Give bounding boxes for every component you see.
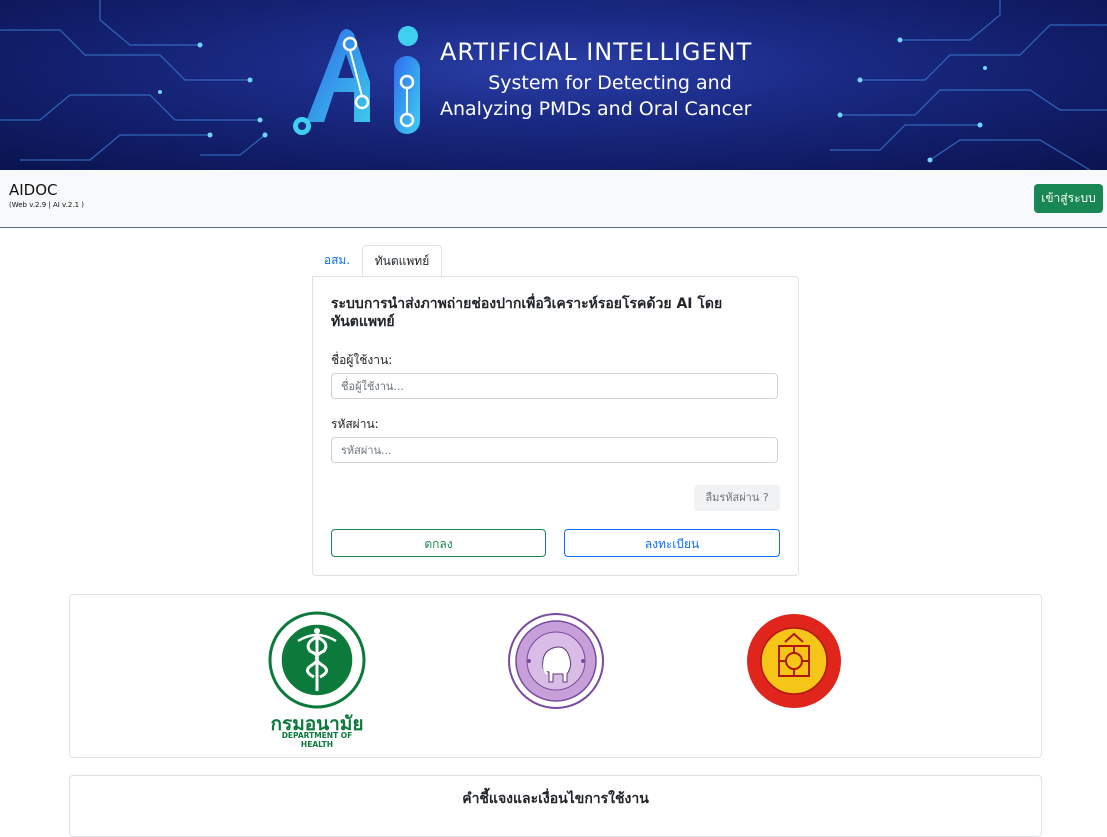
department-of-health-english-name: DEPARTMENT OF HEALTH [281,731,353,749]
login-button[interactable]: เข้าสู่ระบบ [1034,184,1103,213]
partner-logos-panel: กรมอนามัย DEPARTMENT OF HEALTH [69,594,1042,758]
header-banner: ARTIFICIAL INTELLIGENT System for Detect… [0,0,1107,170]
tab-dentist[interactable]: ทันตแพทย์ [362,245,442,278]
register-button[interactable]: ลงทะเบียน [564,529,780,557]
department-of-health-logo-icon [268,611,366,709]
thammasat-university-logo-icon [747,614,841,708]
banner-subtitle-line1: System for Detecting and [488,72,732,94]
terms-title: คำชี้แจงและเงื่อนไขการใช้งาน [462,791,649,807]
banner-title-block: ARTIFICIAL INTELLIGENT System for Detect… [440,38,780,120]
forgot-password-button[interactable]: ลืมรหัสผ่าน ? [694,485,780,511]
password-input[interactable]: รหัสผ่าน... [331,437,778,463]
ok-button[interactable]: ตกลง [331,529,546,557]
username-label: ชื่อผู้ใช้งาน: [331,353,393,367]
navbar: AIDOC (Web v.2.9 | AI v.2.1 ) เข้าสู่ระบ… [0,170,1107,228]
password-label: รหัสผ่าน: [331,417,379,431]
banner-subtitle-line2: Analyzing PMDs and Oral Cancer [440,98,752,120]
username-input[interactable]: ชื่อผู้ใช้งาน... [331,373,778,399]
form-title: ระบบการนำส่งภาพถ่ายช่องปากเพื่อวิเคราะห์… [331,296,723,330]
login-card: ระบบการนำส่งภาพถ่ายช่องปากเพื่อวิเคราะห์… [312,276,799,576]
brand-name[interactable]: AIDOC [9,181,58,199]
brand-version: (Web v.2.9 | AI v.2.1 ) [9,201,84,209]
ai-logo-icon [293,26,420,135]
tab-health-volunteer[interactable]: อสม. [313,245,361,276]
chiang-mai-university-logo-icon [508,613,604,709]
banner-title: ARTIFICIAL INTELLIGENT [440,38,753,66]
terms-panel: คำชี้แจงและเงื่อนไขการใช้งาน [69,775,1042,837]
